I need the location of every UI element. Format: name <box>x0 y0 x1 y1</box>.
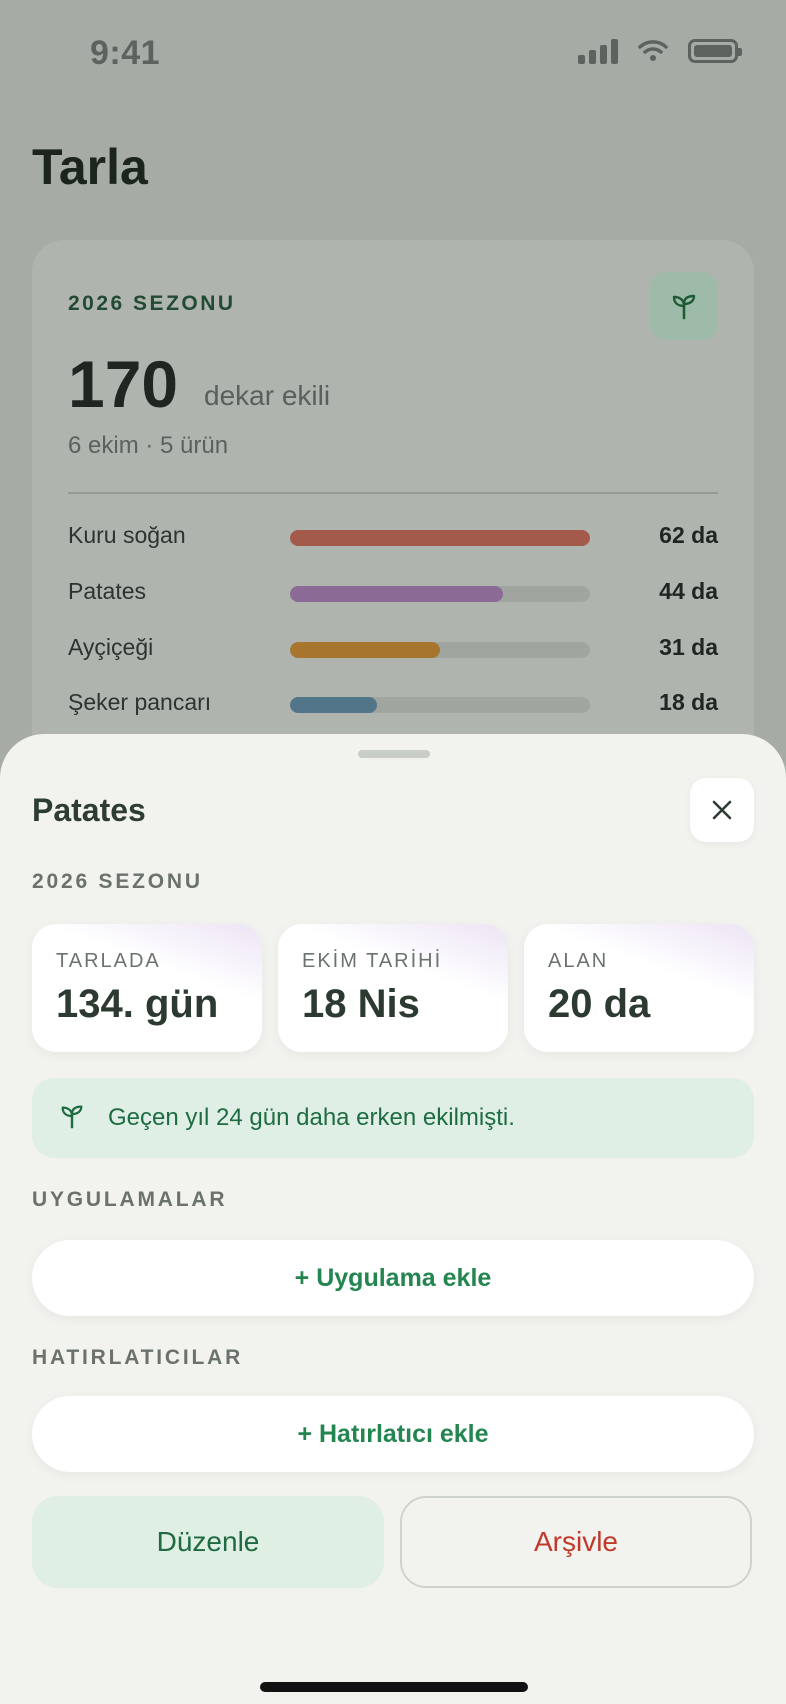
applications-section-label: UYGULAMALAR <box>32 1188 228 1211</box>
close-icon <box>712 800 732 820</box>
crop-value: 31 da <box>659 634 718 660</box>
crop-value: 18 da <box>659 689 718 715</box>
close-button[interactable] <box>690 778 754 842</box>
season-summary-card[interactable]: 2026 SEZONU 170 dekar ekili 6 ekim · 5 ü… <box>32 240 754 800</box>
crop-row[interactable]: Kuru soğan 62 da <box>68 522 718 552</box>
season-section-label: 2026 SEZONU <box>32 870 203 893</box>
crop-row[interactable]: Ayçiçeği 31 da <box>68 634 718 664</box>
add-reminder-button[interactable]: + Hatırlatıcı ekle <box>32 1396 754 1472</box>
sheet-grabber[interactable] <box>358 750 430 758</box>
status-icons <box>578 38 742 64</box>
stat-label: TARLADA <box>56 950 161 972</box>
add-application-button[interactable]: + Uygulama ekle <box>32 1240 754 1316</box>
stat-label: EKİM TARİHİ <box>302 950 443 972</box>
crop-bar <box>290 530 590 546</box>
sprout-icon <box>672 294 696 320</box>
crop-value: 62 da <box>659 522 718 548</box>
wifi-icon <box>638 40 668 61</box>
divider <box>68 492 718 494</box>
crop-bar <box>290 697 590 713</box>
season-icon-button[interactable] <box>650 272 718 340</box>
crop-bar <box>290 586 590 602</box>
stat-value: 18 Nis <box>302 982 420 1026</box>
info-text: Geçen yıl 24 gün daha erken ekilmişti. <box>108 1104 515 1131</box>
crop-bar-fill <box>290 530 590 546</box>
cellular-signal-icon <box>578 38 618 64</box>
reminders-section-label: HATIRLATICILAR <box>32 1346 244 1369</box>
crop-bar-fill <box>290 697 377 713</box>
total-area-unit: dekar ekili <box>204 380 331 411</box>
stat-value: 20 da <box>548 982 651 1026</box>
battery-icon <box>688 39 742 63</box>
crop-bar-fill <box>290 586 503 602</box>
crop-value: 44 da <box>659 578 718 604</box>
crop-detail-sheet: Patates 2026 SEZONU TARLADA 134. gün EKİ… <box>0 734 786 1704</box>
home-indicator[interactable] <box>260 1682 528 1692</box>
stat-card-area: ALAN 20 da <box>524 924 754 1052</box>
season-subtitle: 6 ekim · 5 ürün <box>68 432 229 459</box>
stat-card-planting-date: EKİM TARİHİ 18 Nis <box>278 924 508 1052</box>
status-time: 9:41 <box>90 34 161 72</box>
stat-value: 134. gün <box>56 982 219 1026</box>
crop-name: Kuru soğan <box>68 522 186 548</box>
page-title: Tarla <box>32 139 148 195</box>
crop-name: Ayçiçeği <box>68 634 154 660</box>
crop-row[interactable]: Patates 44 da <box>68 578 718 608</box>
stat-label: ALAN <box>548 950 609 972</box>
total-area-value: 170 <box>68 347 179 421</box>
crop-name: Patates <box>68 578 146 604</box>
stat-card-days: TARLADA 134. gün <box>32 924 262 1052</box>
crop-bar-fill <box>290 642 440 658</box>
season-label: 2026 SEZONU <box>68 292 236 315</box>
crop-name: Şeker pancarı <box>68 689 212 715</box>
edit-button[interactable]: Düzenle <box>32 1496 384 1588</box>
sheet-title: Patates <box>32 792 146 828</box>
crop-bar <box>290 642 590 658</box>
crop-row[interactable]: Şeker pancarı 18 da <box>68 689 718 719</box>
status-bar: 9:41 <box>0 0 786 110</box>
info-banner: Geçen yıl 24 gün daha erken ekilmişti. <box>32 1078 754 1158</box>
archive-button[interactable]: Arşivle <box>400 1496 752 1588</box>
sprout-icon <box>61 1105 83 1129</box>
